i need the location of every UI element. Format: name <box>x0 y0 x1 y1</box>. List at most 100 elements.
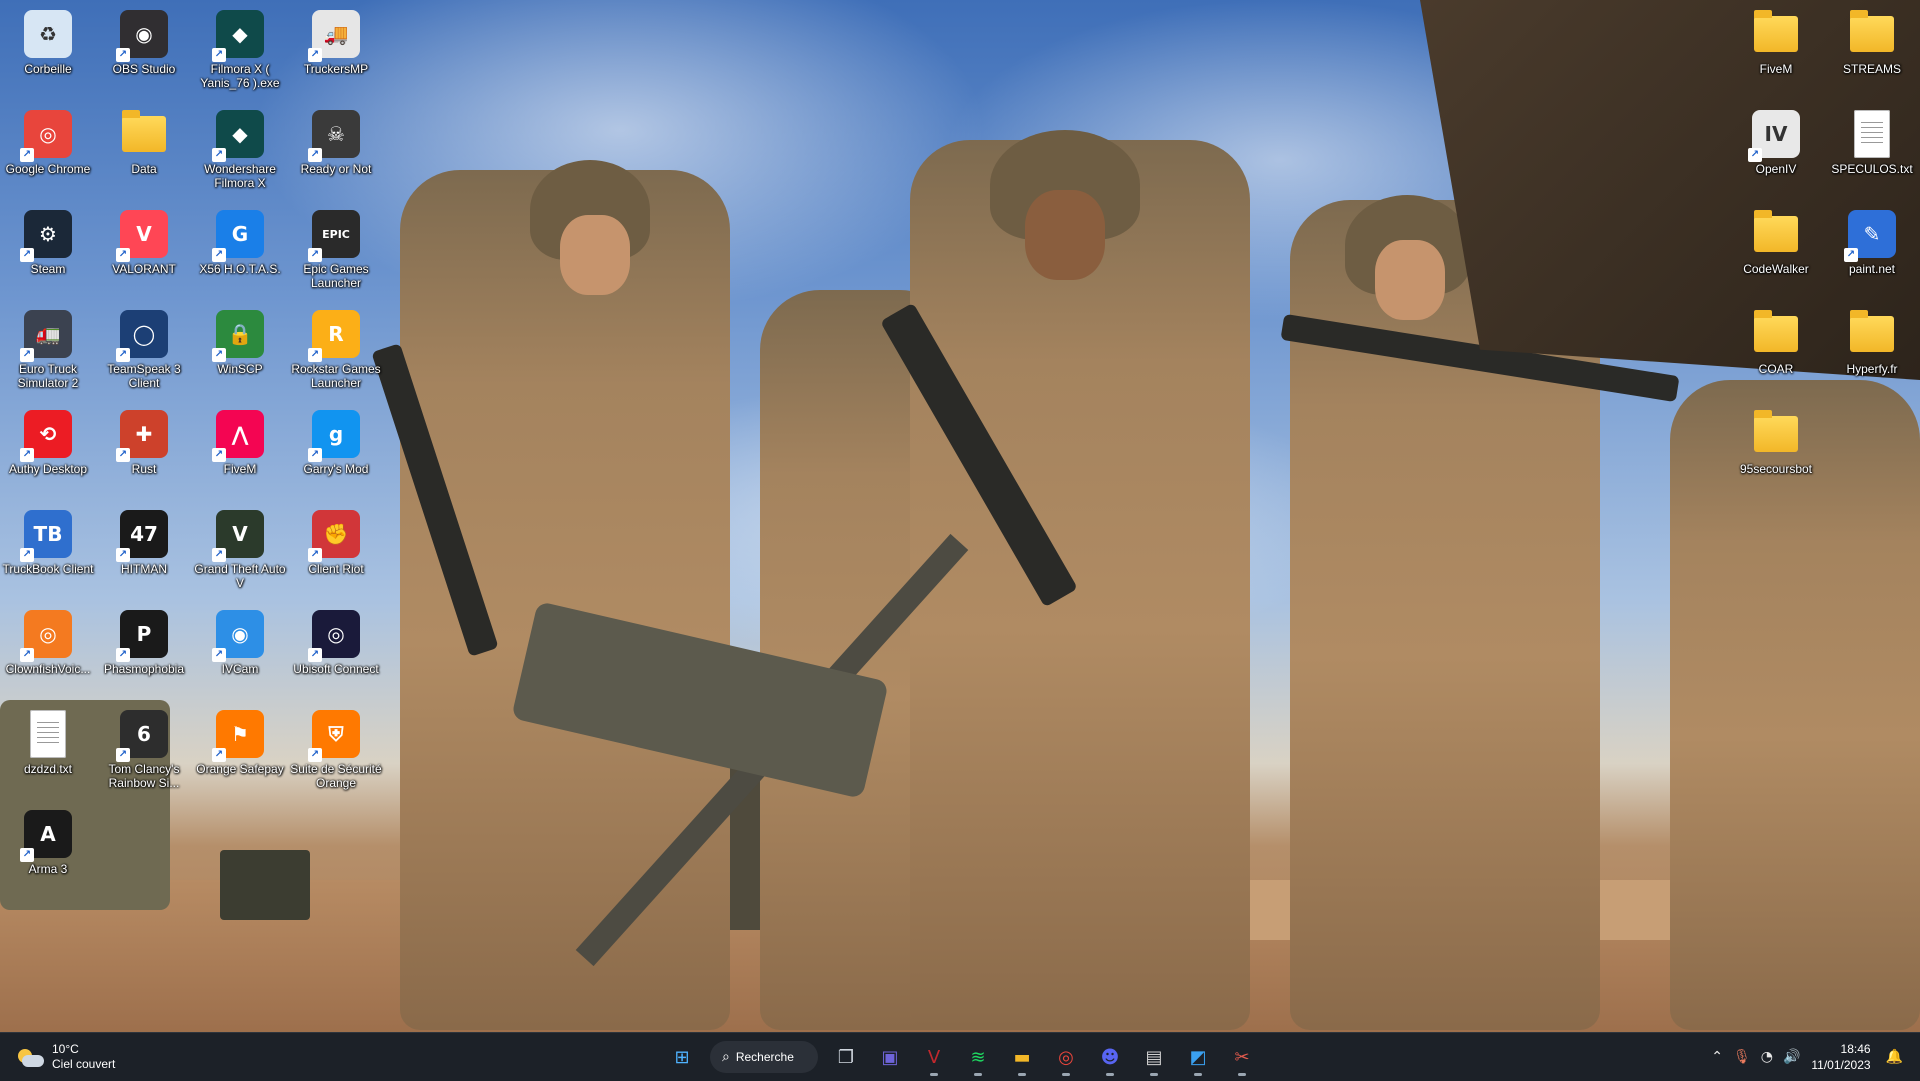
desktop-icon-hyperfy-fr[interactable]: Hyperfy.fr <box>1826 302 1918 398</box>
desktop-icon-grand-theft-auto-v[interactable]: V ↗ Grand Theft Auto V <box>194 502 286 598</box>
desktop-icon-fivem[interactable]: ⋀ ↗ FiveM <box>194 402 286 498</box>
desktop-icon-orange-safepay[interactable]: ⚑ ↗ Orange Safepay <box>194 702 286 798</box>
desktop-icon-label: OpenIV <box>1755 162 1797 176</box>
desktop-icon-clownfishvoic[interactable]: ◎ ↗ ClownfishVoic... <box>2 602 94 698</box>
desktop-icon-label: Rust <box>131 462 157 476</box>
filmora-icon: ◆ ↗ <box>212 10 264 62</box>
desktop-icon-label: ClownfishVoic... <box>5 662 91 676</box>
desktop-icon-label: Tom Clancy's Rainbow Si... <box>108 762 180 790</box>
desktop-icon-corbeille[interactable]: ♻ Corbeille <box>2 2 94 98</box>
recycle-bin-icon: ♻ <box>24 10 72 58</box>
desktop-icon-speculos-txt[interactable]: SPECULOS.txt <box>1826 102 1918 198</box>
shortcut-arrow-icon: ↗ <box>212 48 226 62</box>
desktop-icon-steam[interactable]: ⚙ ↗ Steam <box>2 202 94 298</box>
clock[interactable]: 18:46 11/01/2023 <box>1811 1041 1870 1073</box>
shortcut-arrow-icon: ↗ <box>212 748 226 762</box>
shortcut-arrow-icon: ↗ <box>20 248 34 262</box>
desktop-icon-google-chrome[interactable]: ◎ ↗ Google Chrome <box>2 102 94 198</box>
desktop-icon-ivcam[interactable]: ◉ ↗ IVCam <box>194 602 286 698</box>
desktop-icon-valorant[interactable]: V ↗ VALORANT <box>98 202 190 298</box>
desktop-icon-data[interactable]: Data <box>98 102 190 198</box>
shortcut-arrow-icon: ↗ <box>308 248 322 262</box>
shortcut-arrow-icon: ↗ <box>116 248 130 262</box>
desktop-icon-paint-net[interactable]: ✎ ↗ paint.net <box>1826 202 1918 298</box>
shortcut-arrow-icon: ↗ <box>212 348 226 362</box>
start-button[interactable]: ⊞ <box>662 1037 702 1077</box>
desktop-icon-label: Grand Theft Auto V <box>194 562 286 590</box>
desktop-icon-wondershare-filmora-x[interactable]: ◆ ↗ Wondershare Filmora X <box>194 102 286 198</box>
notification-icon[interactable]: 🔔 <box>1886 1049 1903 1065</box>
wallpaper-truck <box>220 850 310 920</box>
clownfish-icon: ◎ ↗ <box>20 610 72 662</box>
desktop-icon-dzdzd-txt[interactable]: dzdzd.txt <box>2 702 94 798</box>
wallpaper-face <box>1375 240 1445 320</box>
desktop-icon-label: Filmora X ( Yanis_76 ).exe <box>200 62 280 90</box>
desktop-icon-filmora-x-yanis-76-exe[interactable]: ◆ ↗ Filmora X ( Yanis_76 ).exe <box>194 2 286 98</box>
search-box[interactable]: ⌕ Recherche <box>710 1041 818 1073</box>
truckersmp-icon: 🚚 ↗ <box>308 10 360 62</box>
shortcut-arrow-icon: ↗ <box>116 648 130 662</box>
desktop-icon-tom-clancy-s-rainbow-si[interactable]: 6 ↗ Tom Clancy's Rainbow Si... <box>98 702 190 798</box>
task-view-icon[interactable]: ❐ <box>826 1037 866 1077</box>
desktop-icon-truckersmp[interactable]: 🚚 ↗ TruckersMP <box>290 2 382 98</box>
desktop-icon-authy-desktop[interactable]: ⟲ ↗ Authy Desktop <box>2 402 94 498</box>
desktop-icon-label: Hyperfy.fr <box>1846 362 1898 376</box>
orange-security-icon: ⛨ ↗ <box>308 710 360 762</box>
authy-icon: ⟲ ↗ <box>20 410 72 462</box>
desktop-icon-winscp[interactable]: 🔒 ↗ WinSCP <box>194 302 286 398</box>
desktop-icon-label: Euro Truck Simulator 2 <box>17 362 79 390</box>
photos-icon[interactable]: ◩ <box>1178 1037 1218 1077</box>
desktop-icon-codewalker[interactable]: CodeWalker <box>1730 202 1822 298</box>
desktop-icon-label: WinSCP <box>217 362 263 376</box>
desktop-icon-obs-studio[interactable]: ◉ ↗ OBS Studio <box>98 2 190 98</box>
desktop-icon-truckbook-client[interactable]: TB ↗ TruckBook Client <box>2 502 94 598</box>
desktop-icon-label: Google Chrome <box>5 162 91 176</box>
desktop-icon-label: FiveM <box>223 462 257 476</box>
snipping-tool-icon[interactable]: ✂ <box>1222 1037 1262 1077</box>
desktop-icon-client-riot[interactable]: ✊ ↗ Client Riot <box>290 502 382 598</box>
desktop-icon-rust[interactable]: ✚ ↗ Rust <box>98 402 190 498</box>
clock-date: 11/01/2023 <box>1811 1058 1871 1072</box>
folder-icon <box>1754 310 1798 352</box>
teams-chat-icon[interactable]: ▣ <box>870 1037 910 1077</box>
gta5-icon: V ↗ <box>212 510 264 562</box>
shortcut-arrow-icon: ↗ <box>308 348 322 362</box>
desktop-icon-ubisoft-connect[interactable]: ◎ ↗ Ubisoft Connect <box>290 602 382 698</box>
desktop-icon-x56-h-o-t-a-s[interactable]: G ↗ X56 H.O.T.A.S. <box>194 202 286 298</box>
shortcut-arrow-icon: ↗ <box>212 548 226 562</box>
volume-icon[interactable]: 🔊 <box>1783 1049 1800 1065</box>
obs-icon: ◉ ↗ <box>116 10 168 62</box>
voicemeeter-icon[interactable]: V <box>914 1037 954 1077</box>
desktop-icon-hitman[interactable]: 47 ↗ HITMAN <box>98 502 190 598</box>
gamepad-icon[interactable]: ▤ <box>1134 1037 1174 1077</box>
discord-icon[interactable]: ☻ <box>1090 1037 1130 1077</box>
weather-widget[interactable]: 10°C Ciel couvert <box>16 1033 115 1081</box>
rust-icon: ✚ ↗ <box>116 410 168 462</box>
desktop-icon-label: dzdzd.txt <box>23 762 73 776</box>
desktop-icon-coar[interactable]: COAR <box>1730 302 1822 398</box>
desktop-icon-epic-games-launcher[interactable]: EPIC ↗ Epic Games Launcher <box>290 202 382 298</box>
desktop-icon-garry-s-mod[interactable]: g ↗ Garry's Mod <box>290 402 382 498</box>
desktop-icon-phasmophobia[interactable]: P ↗ Phasmophobia <box>98 602 190 698</box>
desktop-icon-arma-3[interactable]: A ↗ Arma 3 <box>2 802 94 898</box>
desktop-icon-ready-or-not[interactable]: ☠ ↗ Ready or Not <box>290 102 382 198</box>
chrome-icon[interactable]: ◎ <box>1046 1037 1086 1077</box>
file-explorer-icon[interactable]: ▬ <box>1002 1037 1042 1077</box>
desktop-icon-fivem[interactable]: FiveM <box>1730 2 1822 98</box>
desktop-icon-teamspeak-3-client[interactable]: ◯ ↗ TeamSpeak 3 Client <box>98 302 190 398</box>
text-file-icon <box>30 710 66 758</box>
desktop-icon-openiv[interactable]: IV ↗ OpenIV <box>1730 102 1822 198</box>
spotify-icon[interactable]: ≋ <box>958 1037 998 1077</box>
chevron-up-icon[interactable]: ⌃ <box>1711 1049 1723 1065</box>
ivcam-icon: ◉ ↗ <box>212 610 264 662</box>
microphone-icon[interactable]: 🎙 <box>1733 1049 1751 1065</box>
epic-games-icon: EPIC ↗ <box>308 210 360 262</box>
desktop-icon-label: OBS Studio <box>112 62 176 76</box>
desktop-icon-95secoursbot[interactable]: 95secoursbot <box>1730 402 1822 498</box>
desktop-icon-euro-truck-simulator-2[interactable]: 🚛 ↗ Euro Truck Simulator 2 <box>2 302 94 398</box>
desktop-icon-suite-de-s-curit-orange[interactable]: ⛨ ↗ Suite de Sécurité Orange <box>290 702 382 798</box>
desktop-icon-streams[interactable]: STREAMS <box>1826 2 1918 98</box>
shortcut-arrow-icon: ↗ <box>212 148 226 162</box>
desktop-icon-rockstar-games-launcher[interactable]: R ↗ Rockstar Games Launcher <box>290 302 382 398</box>
wifi-icon[interactable]: ◔ <box>1761 1049 1773 1065</box>
